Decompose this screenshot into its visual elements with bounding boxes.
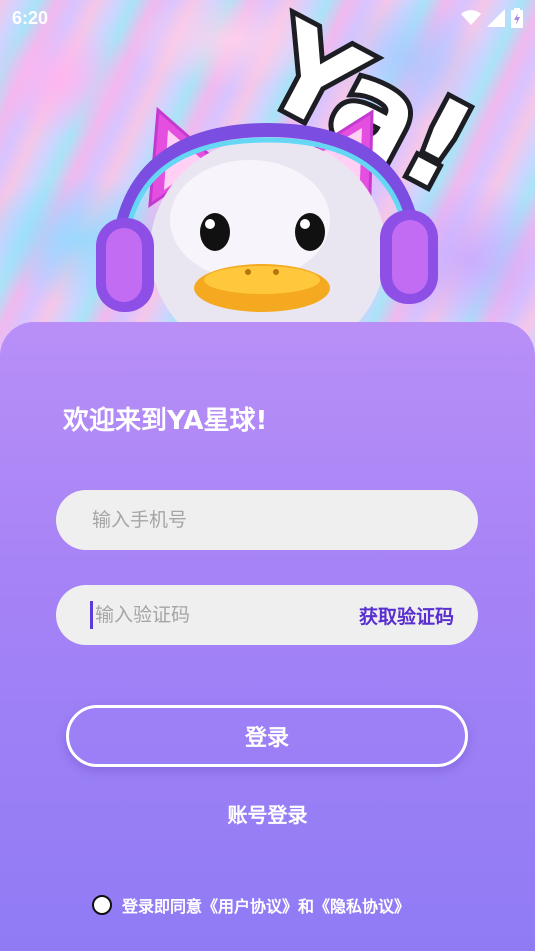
status-icons (461, 8, 523, 28)
status-bar: 6:20 (0, 0, 535, 36)
get-code-button[interactable]: 获取验证码 (359, 602, 454, 629)
user-agreement-link[interactable]: 《用户协议》 (202, 893, 298, 917)
verification-code-field[interactable]: 获取验证码 (56, 585, 478, 645)
agreement-conjunction: 和 (298, 897, 315, 916)
phone-input[interactable] (90, 508, 454, 532)
account-login-link[interactable]: 账号登录 (0, 799, 535, 828)
agreement-row: 登录即同意 《用户协议》 和 《隐私协议》 (92, 893, 410, 917)
agreement-prefix: 登录即同意 (122, 897, 203, 916)
welcome-title: 欢迎来到YA星球! (63, 406, 268, 436)
duck-mascot-illustration: Ya! (96, 0, 499, 360)
signal-icon (487, 9, 505, 27)
agreement-radio[interactable] (92, 895, 112, 915)
login-card: 欢迎来到YA星球! 获取验证码 登录 账号登录 登录即同意 《用户协议》 和 《… (0, 322, 535, 951)
hero-banner: Ya! 6:20 (0, 0, 535, 360)
phone-field[interactable] (56, 490, 478, 550)
verification-code-input[interactable] (93, 603, 359, 627)
login-button[interactable]: 登录 (66, 705, 468, 767)
privacy-agreement-link[interactable]: 《隐私协议》 (314, 893, 410, 917)
status-time: 6:20 (12, 7, 49, 28)
wifi-icon (461, 10, 481, 25)
battery-charging-icon (511, 8, 523, 28)
